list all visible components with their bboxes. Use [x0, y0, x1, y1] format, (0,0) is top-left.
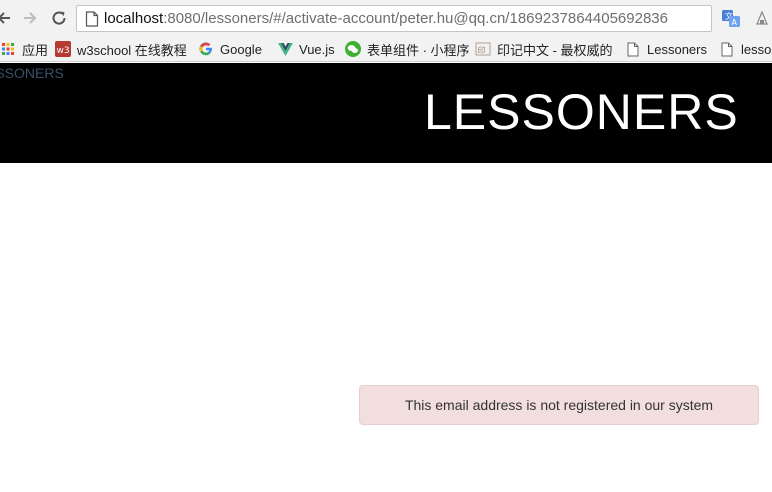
- google-icon: [198, 41, 214, 57]
- w3school-icon: w3: [55, 41, 71, 57]
- svg-text:A: A: [732, 18, 738, 27]
- site-logo-title: LESSONERS: [424, 84, 739, 140]
- bookmark-label: Lessoners: [647, 41, 707, 57]
- bookmark-vue[interactable]: Vue.js: [277, 39, 335, 59]
- url-path: :8080/lessoners/#/activate-account/peter…: [163, 10, 668, 27]
- vue-icon: [277, 41, 293, 57]
- page-icon: [719, 41, 735, 57]
- extension-icon[interactable]: [755, 11, 769, 26]
- bookmark-label: Vue.js: [299, 41, 335, 57]
- bookmark-apps[interactable]: 应用: [0, 39, 48, 59]
- error-alert: This email address is not registered in …: [359, 385, 759, 425]
- apps-grid-icon: [0, 41, 16, 57]
- bookmark-lesso[interactable]: lesso: [719, 39, 771, 59]
- wechat-icon: [345, 41, 361, 57]
- arrow-left-icon: [0, 12, 10, 24]
- bookmark-google[interactable]: Google: [198, 39, 262, 59]
- bookmark-label: w3school 在线教程: [77, 42, 187, 58]
- back-button[interactable]: [0, 8, 14, 28]
- translate-icon[interactable]: 文 A: [722, 10, 740, 27]
- bookmark-lessoners[interactable]: Lessoners: [625, 39, 707, 59]
- bookmark-w3school[interactable]: w3 w3school 在线教程: [55, 39, 187, 59]
- arrow-right-icon: [24, 12, 37, 24]
- site-header: ESSONERS LESSONERS: [0, 63, 772, 163]
- page-viewport: ESSONERS LESSONERS This email address is…: [0, 63, 772, 492]
- bookmark-label: lesso: [741, 41, 772, 57]
- reload-icon: [52, 11, 66, 25]
- page-icon: [625, 41, 641, 57]
- alert-message: This email address is not registered in …: [404, 397, 714, 413]
- bookmark-label: 表单组件 · 小程序: [367, 42, 470, 58]
- svg-text:印: 印: [478, 46, 486, 55]
- yinji-icon: 印: [475, 41, 491, 57]
- forward-button[interactable]: [20, 8, 40, 28]
- brand-text-small: ESSONERS: [0, 65, 64, 81]
- bookmarks-bar: 应用 w3 w3school 在线教程 Google Vue.js 表单组件 ·…: [0, 36, 772, 62]
- svg-text:w3: w3: [57, 46, 70, 56]
- address-bar[interactable]: localhost:8080/lessoners/#/activate-acco…: [76, 5, 712, 32]
- browser-toolbar: localhost:8080/lessoners/#/activate-acco…: [0, 0, 772, 36]
- bookmark-label: Google: [220, 41, 262, 57]
- bookmark-yinji[interactable]: 印 印记中文 - 最权威的: [475, 39, 613, 59]
- url-host: localhost: [104, 10, 164, 27]
- page-icon: [85, 11, 99, 27]
- bookmark-label: 印记中文 - 最权威的: [497, 42, 613, 58]
- bookmark-label: 应用: [22, 42, 49, 58]
- bookmark-wechat[interactable]: 表单组件 · 小程序: [345, 39, 470, 59]
- url-text: localhost:8080/lessoners/#/activate-acco…: [104, 10, 668, 28]
- reload-button[interactable]: [49, 8, 69, 28]
